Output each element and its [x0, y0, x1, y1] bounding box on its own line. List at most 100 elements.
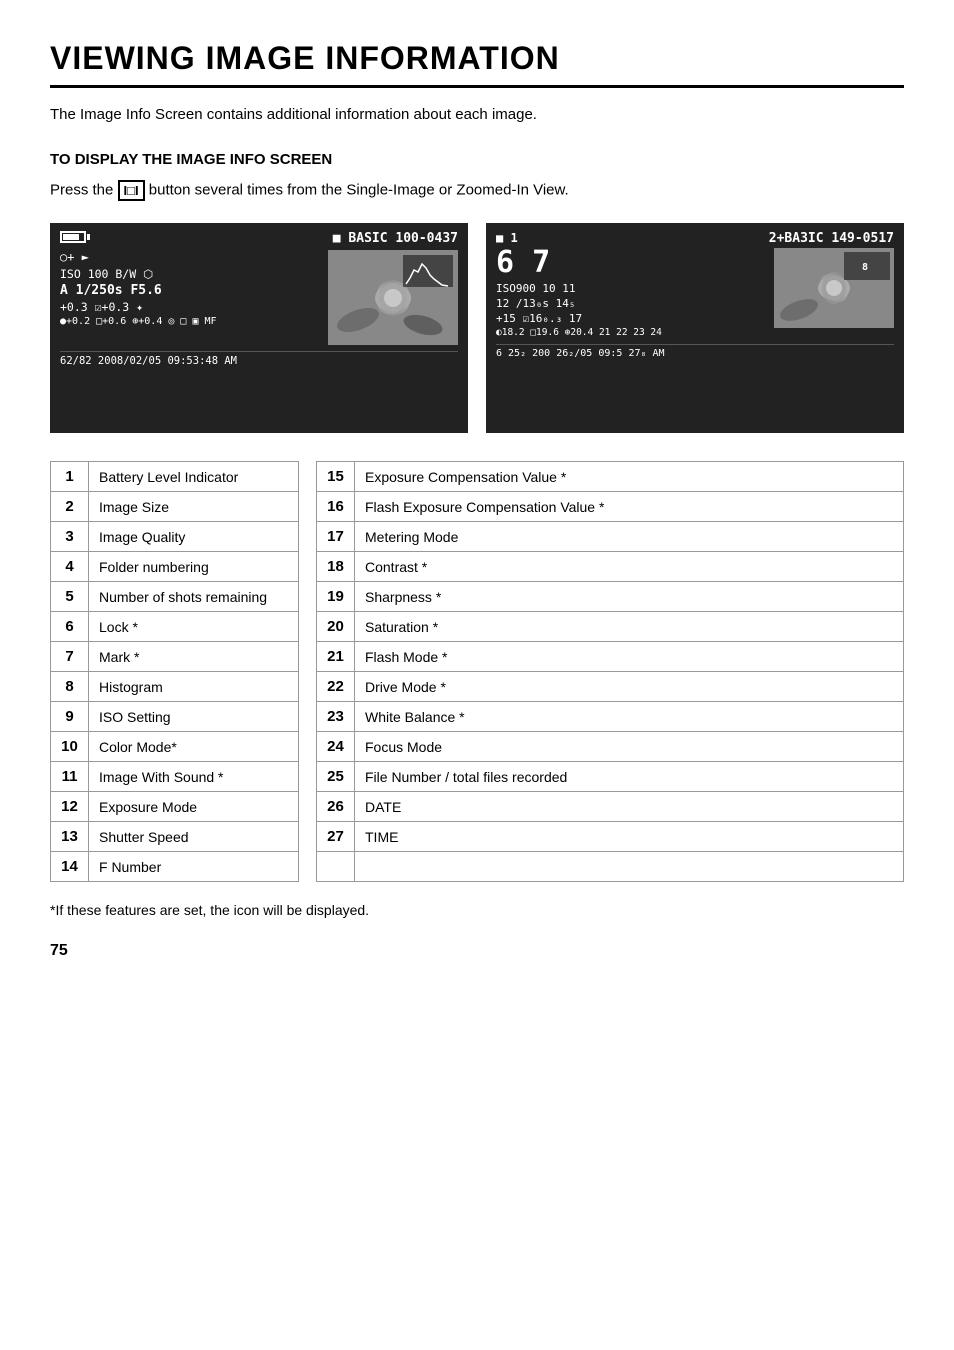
left-label-cell: Image Quality [89, 522, 299, 552]
right-num-cell: 19 [317, 582, 355, 612]
left-num-cell: 11 [51, 762, 89, 792]
screen-right-bottom: 6 25₂ 200 26₂/05 09:5 27₈ AM [496, 344, 894, 359]
right-num-cell: 25 [317, 762, 355, 792]
table-row: 9ISO Setting23White Balance * [51, 702, 904, 732]
button-icon: I□I [118, 180, 145, 201]
right-label-cell: Sharpness * [355, 582, 904, 612]
right-label-cell: Metering Mode [355, 522, 904, 552]
spacer-cell [299, 762, 317, 792]
spacer-cell [299, 852, 317, 882]
table-row: 12Exposure Mode26DATE [51, 792, 904, 822]
spacer-cell [299, 642, 317, 672]
screen-left-comp: +0.3 ☑+0.3 ✦ [60, 300, 322, 314]
screen-right-line4: ◐18.2 □19.6 ⊕20.4 21 22 23 24 [496, 327, 768, 338]
left-num-cell: 4 [51, 552, 89, 582]
left-label-cell: Battery Level Indicator [89, 462, 299, 492]
right-num-cell: 15 [317, 462, 355, 492]
screen-left-info: ○+ ► ISO 100 B/W ⬡ A 1/250s F5.6 +0.3 ☑+… [60, 250, 322, 345]
left-label-cell: Color Mode* [89, 732, 299, 762]
right-num-cell [317, 852, 355, 882]
screen-left-bottom: 62/82 2008/02/05 09:53:48 AM [60, 351, 458, 367]
right-num-cell: 22 [317, 672, 355, 702]
page-number: 75 [50, 942, 904, 960]
right-num-cell: 23 [317, 702, 355, 732]
right-label-cell: DATE [355, 792, 904, 822]
table-row: 14F Number [51, 852, 904, 882]
spacer-cell [299, 552, 317, 582]
right-num-cell: 24 [317, 732, 355, 762]
info-table: 1Battery Level Indicator15Exposure Compe… [50, 461, 904, 882]
table-row: 7Mark * 21Flash Mode * [51, 642, 904, 672]
screen-right-iso: ISO900 10 11 [496, 282, 768, 295]
left-label-cell: Shutter Speed [89, 822, 299, 852]
screen-right-image: 8 [774, 248, 894, 328]
page-title: VIEWING IMAGE INFORMATION [50, 40, 904, 88]
right-num-cell: 21 [317, 642, 355, 672]
screen-left: ■ BASIC 100-0437 ○+ ► ISO 100 B/W ⬡ A 1/… [50, 223, 468, 433]
left-label-cell: Lock * [89, 612, 299, 642]
right-label-cell: Saturation * [355, 612, 904, 642]
footnote: *If these features are set, the icon wil… [50, 902, 904, 918]
section-title: TO DISPLAY THE IMAGE INFO SCREEN [50, 151, 904, 168]
table-row: 13Shutter Speed27TIME [51, 822, 904, 852]
intro-text: The Image Info Screen contains additiona… [50, 106, 904, 123]
screen-left-control: ○+ ► [60, 250, 322, 264]
right-num-cell: 16 [317, 492, 355, 522]
left-num-cell: 9 [51, 702, 89, 732]
screen-right-body: 6 7 ISO900 10 11 12 /13₀s 14₅ +15 ☑16₀.₃… [496, 248, 894, 340]
spacer-cell [299, 492, 317, 522]
left-num-cell: 3 [51, 522, 89, 552]
left-label-cell: Folder numbering [89, 552, 299, 582]
screen-left-body: ○+ ► ISO 100 B/W ⬡ A 1/250s F5.6 +0.3 ☑+… [60, 250, 458, 345]
screen-right-info: 6 7 ISO900 10 11 12 /13₀s 14₅ +15 ☑16₀.₃… [496, 248, 768, 340]
screen-right-line3: +15 ☑16₀.₃ 17 [496, 312, 768, 325]
table-row: 10Color Mode*24Focus Mode [51, 732, 904, 762]
screen-left-exposure: A 1/250s F5.6 [60, 283, 322, 298]
table-row: 11Image With Sound *25File Number / tota… [51, 762, 904, 792]
table-row: 6Lock *20Saturation * [51, 612, 904, 642]
left-num-cell: 2 [51, 492, 89, 522]
right-label-cell: TIME [355, 822, 904, 852]
screen-right-top: ■ 1 2+BA3IC 149-0517 [496, 231, 894, 246]
right-label-cell: Flash Exposure Compensation Value * [355, 492, 904, 522]
screen-right: ■ 1 2+BA3IC 149-0517 6 7 ISO900 10 11 12… [486, 223, 904, 433]
left-label-cell: Histogram [89, 672, 299, 702]
flower-image [328, 250, 458, 345]
left-num-cell: 7 [51, 642, 89, 672]
table-row: 8Histogram22Drive Mode * [51, 672, 904, 702]
screen-left-top: ■ BASIC 100-0437 [60, 231, 458, 246]
left-label-cell: Mark * [89, 642, 299, 672]
left-num-cell: 6 [51, 612, 89, 642]
spacer-cell [299, 732, 317, 762]
left-num-cell: 1 [51, 462, 89, 492]
table-row: 4Folder numbering18Contrast * [51, 552, 904, 582]
right-label-cell: Flash Mode * [355, 642, 904, 672]
left-num-cell: 10 [51, 732, 89, 762]
press-description: Press the I□I button several times from … [50, 180, 904, 201]
table-row: 2Image Size 16Flash Exposure Compensation… [51, 492, 904, 522]
spacer-cell [299, 462, 317, 492]
spacer-cell [299, 582, 317, 612]
spacer-cell [299, 822, 317, 852]
spacer-cell [299, 672, 317, 702]
screen-left-image [328, 250, 458, 345]
left-label-cell: F Number [89, 852, 299, 882]
right-label-cell: Contrast * [355, 552, 904, 582]
screen-right-big-num: 6 7 [496, 248, 768, 278]
screen-right-top-left: ■ 1 [496, 231, 518, 246]
left-num-cell: 5 [51, 582, 89, 612]
left-label-cell: Number of shots remaining [89, 582, 299, 612]
left-label-cell: Image With Sound * [89, 762, 299, 792]
spacer-cell [299, 702, 317, 732]
right-label-cell [355, 852, 904, 882]
left-label-cell: Exposure Mode [89, 792, 299, 822]
spacer-cell [299, 522, 317, 552]
screen-left-icons: ●+0.2 □+0.6 ⊕+0.4 ◎ □ ▣ MF [60, 316, 322, 327]
left-num-cell: 13 [51, 822, 89, 852]
spacer-cell [299, 612, 317, 642]
left-label-cell: Image Size [89, 492, 299, 522]
flower-image-right: 8 [774, 248, 894, 328]
screen-right-top-right: 2+BA3IC 149-0517 [769, 231, 894, 246]
table-row: 3Image Quality17Metering Mode [51, 522, 904, 552]
left-num-cell: 12 [51, 792, 89, 822]
